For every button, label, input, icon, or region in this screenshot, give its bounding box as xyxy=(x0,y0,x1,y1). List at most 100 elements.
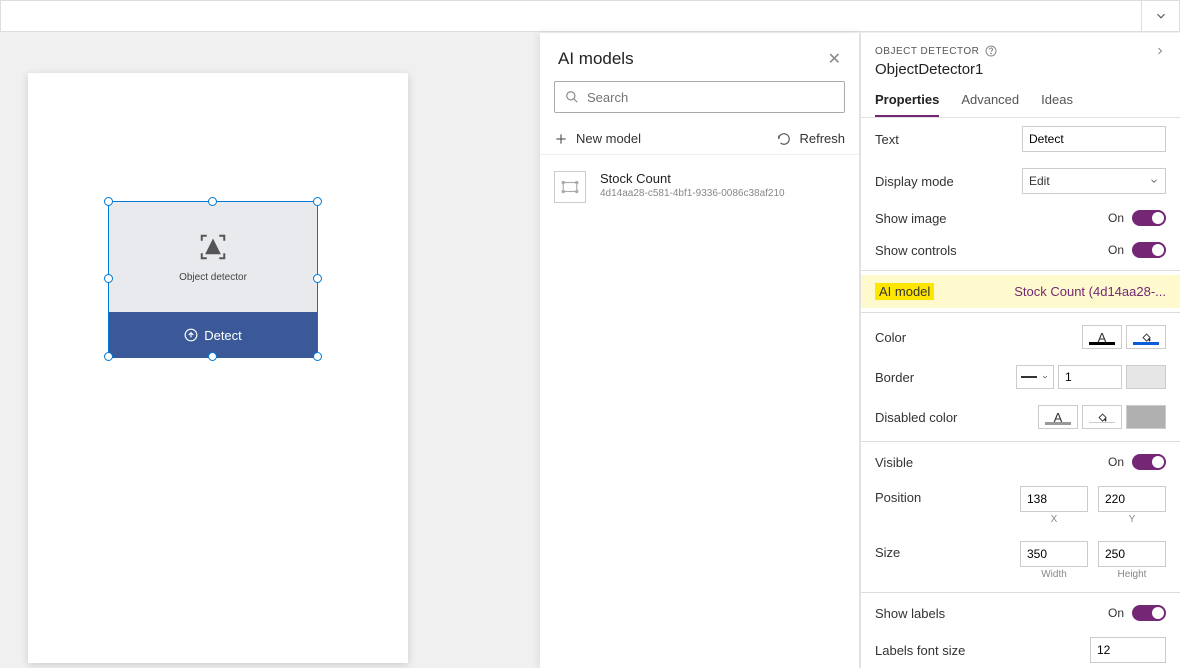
prop-visible-label: Visible xyxy=(875,455,913,470)
prop-size: Size Width Height xyxy=(861,533,1180,588)
prop-show-controls: Show controls On xyxy=(861,234,1180,266)
close-icon[interactable]: ✕ xyxy=(828,49,841,69)
search-box[interactable] xyxy=(554,81,845,113)
position-x-input[interactable] xyxy=(1020,486,1088,512)
prop-visible-toggle[interactable] xyxy=(1132,454,1166,470)
new-model-label: New model xyxy=(576,131,641,146)
plus-icon xyxy=(554,132,568,146)
prop-show-image-value: On xyxy=(1108,211,1124,225)
selection-handle[interactable] xyxy=(104,352,113,361)
prop-position-label: Position xyxy=(875,486,921,505)
prop-show-image-toggle[interactable] xyxy=(1132,210,1166,226)
prop-color-label: Color xyxy=(875,330,906,345)
selection-handle[interactable] xyxy=(104,274,113,283)
prop-show-image-toggle-wrap: On xyxy=(1108,210,1166,226)
tab-ideas[interactable]: Ideas xyxy=(1041,92,1073,117)
object-detector-control[interactable]: Object detector Detect xyxy=(108,201,318,357)
border-color-chip[interactable] xyxy=(1126,365,1166,389)
search-icon xyxy=(565,90,579,104)
ai-models-panel: AI models ✕ New model Refresh Stock Coun… xyxy=(540,33,860,668)
component-type-label: OBJECT DETECTOR xyxy=(875,46,979,57)
prop-text-label: Text xyxy=(875,132,899,147)
new-model-button[interactable]: New model xyxy=(554,131,641,146)
labels-font-size-input[interactable] xyxy=(1090,637,1166,663)
border-style-select[interactable] xyxy=(1016,365,1054,389)
prop-show-labels-value: On xyxy=(1108,606,1124,620)
prop-size-label: Size xyxy=(875,541,900,560)
prop-display-mode-value: Edit xyxy=(1029,174,1050,188)
prop-show-labels-toggle-wrap: On xyxy=(1108,605,1166,621)
selection-handle[interactable] xyxy=(208,197,217,206)
border-width-input[interactable] xyxy=(1058,365,1122,389)
model-item-text: Stock Count 4d14aa28-c581-4bf1-9336-0086… xyxy=(600,171,785,203)
size-height-sublabel: Height xyxy=(1118,569,1147,580)
size-width-input[interactable] xyxy=(1020,541,1088,567)
component-type: OBJECT DETECTOR xyxy=(875,45,1166,57)
component-name[interactable]: ObjectDetector1 xyxy=(875,61,1166,78)
prop-position: Position X Y xyxy=(861,478,1180,533)
prop-ai-model[interactable]: AI model Stock Count (4d14aa28-... xyxy=(861,275,1180,308)
prop-show-image-label: Show image xyxy=(875,211,947,226)
prop-disabled-color-label: Disabled color xyxy=(875,410,957,425)
model-thumbnail xyxy=(554,171,586,203)
selection-handle[interactable] xyxy=(313,352,322,361)
disabled-font-color-chip[interactable]: A xyxy=(1038,405,1078,429)
camera-frame-icon xyxy=(198,232,228,262)
prop-size-inputs: Width Height xyxy=(1020,541,1166,580)
prop-labels-font-size: Labels font size xyxy=(861,629,1180,668)
prop-ai-model-value: Stock Count (4d14aa28-... xyxy=(1014,284,1166,299)
selection-handle[interactable] xyxy=(313,274,322,283)
canvas-area[interactable]: Object detector Detect xyxy=(0,33,540,668)
prop-display-mode-select[interactable]: Edit xyxy=(1022,168,1166,194)
properties-panel: OBJECT DETECTOR ObjectDetector1 Properti… xyxy=(860,33,1180,668)
search-input[interactable] xyxy=(587,90,834,105)
prop-ai-model-label: AI model xyxy=(875,283,934,300)
fill-color-chip[interactable] xyxy=(1126,325,1166,349)
chevron-down-icon xyxy=(1154,9,1168,23)
disabled-fill-color-chip[interactable] xyxy=(1082,405,1122,429)
upload-icon xyxy=(184,328,198,342)
prop-color-chips: A xyxy=(1082,325,1166,349)
font-color-chip[interactable]: A xyxy=(1082,325,1122,349)
tab-properties[interactable]: Properties xyxy=(875,92,939,117)
refresh-button[interactable]: Refresh xyxy=(777,131,845,146)
prop-labels-font-size-label: Labels font size xyxy=(875,643,965,658)
position-x-sublabel: X xyxy=(1051,514,1058,525)
prop-show-controls-toggle-wrap: On xyxy=(1108,242,1166,258)
help-icon[interactable] xyxy=(985,45,997,57)
prop-disabled-color: Disabled color A xyxy=(861,397,1180,437)
prop-display-mode: Display mode Edit xyxy=(861,160,1180,202)
ai-models-title: AI models xyxy=(558,49,634,69)
properties-tabs: Properties Advanced Ideas xyxy=(861,82,1180,118)
prop-text-input[interactable] xyxy=(1022,126,1166,152)
selection-handle[interactable] xyxy=(208,352,217,361)
ai-models-header: AI models ✕ xyxy=(540,33,859,81)
chevron-down-icon xyxy=(1041,373,1049,381)
models-actions: New model Refresh xyxy=(540,123,859,155)
chevron-right-icon[interactable] xyxy=(1154,45,1166,57)
size-height-input[interactable] xyxy=(1098,541,1166,567)
model-item-id: 4d14aa28-c581-4bf1-9336-0086c38af210 xyxy=(600,188,785,199)
disabled-border-color-chip[interactable] xyxy=(1126,405,1166,429)
refresh-icon xyxy=(777,132,791,146)
prop-visible: Visible On xyxy=(861,446,1180,478)
prop-border: Border xyxy=(861,357,1180,397)
size-width-sublabel: Width xyxy=(1041,569,1067,580)
prop-visible-toggle-wrap: On xyxy=(1108,454,1166,470)
prop-show-labels-label: Show labels xyxy=(875,606,945,621)
position-y-input[interactable] xyxy=(1098,486,1166,512)
prop-border-controls xyxy=(1016,365,1166,389)
prop-visible-value: On xyxy=(1108,455,1124,469)
formula-input[interactable] xyxy=(1,1,1141,31)
selection-handle[interactable] xyxy=(104,197,113,206)
formula-dropdown[interactable] xyxy=(1141,0,1179,32)
prop-show-labels-toggle[interactable] xyxy=(1132,605,1166,621)
selection-handle[interactable] xyxy=(313,197,322,206)
object-detector-preview: Object detector xyxy=(109,202,317,312)
formula-bar xyxy=(0,0,1180,32)
tab-advanced[interactable]: Advanced xyxy=(961,92,1019,117)
model-item-stock-count[interactable]: Stock Count 4d14aa28-c581-4bf1-9336-0086… xyxy=(540,155,859,219)
model-item-name: Stock Count xyxy=(600,171,785,186)
app-screen[interactable]: Object detector Detect xyxy=(28,73,408,663)
prop-show-controls-toggle[interactable] xyxy=(1132,242,1166,258)
